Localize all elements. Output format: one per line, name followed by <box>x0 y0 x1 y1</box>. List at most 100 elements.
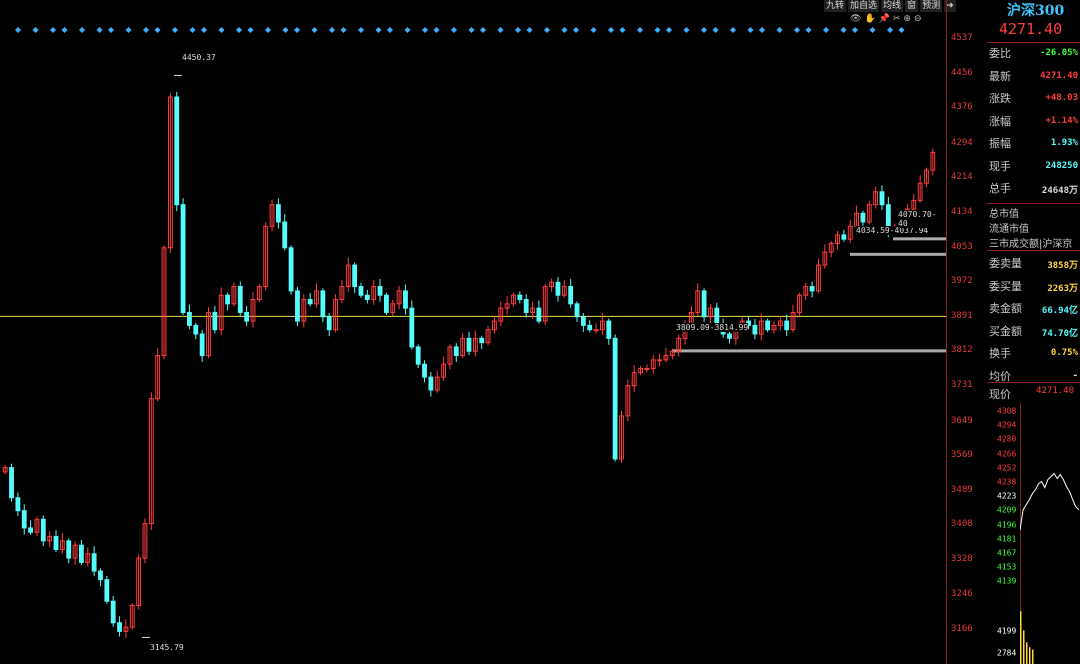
current-price-value: 4271.40 <box>1036 386 1074 396</box>
gap-line <box>850 252 946 256</box>
candle-body <box>244 311 250 322</box>
signal-diamond-icon <box>898 27 905 33</box>
mini-price-tick: 4252 <box>997 463 1017 473</box>
signal-diamond-icon <box>218 27 225 33</box>
candle-body <box>15 497 21 512</box>
toolbar-moving-average[interactable]: 均线 <box>881 0 904 12</box>
zoom-out-icon[interactable]: ⊖ <box>914 14 922 24</box>
price-tick: 3489 <box>951 484 973 495</box>
candle-body <box>644 367 650 370</box>
mini-price-tick: 4266 <box>997 449 1017 459</box>
signal-diamond-icon <box>759 27 765 33</box>
signal-diamond-icon <box>358 27 364 33</box>
candle-body <box>860 212 866 223</box>
candle-body <box>21 510 27 529</box>
intraday-line-chart[interactable] <box>1020 403 1080 664</box>
candle-body <box>28 527 33 533</box>
quote-label: 最新 <box>989 69 1011 83</box>
quote-row: 卖金额 66.94亿 <box>989 300 1080 320</box>
gap-label-1: 3809.09-3814.99 <box>676 323 749 332</box>
candle-body <box>364 294 370 301</box>
price-tick: 3246 <box>951 589 973 600</box>
divider <box>987 203 1080 204</box>
candle-body <box>275 204 281 223</box>
candle-body <box>568 286 574 305</box>
toolbar-nine-turn[interactable]: 九转 <box>824 0 847 12</box>
candle-body <box>237 286 243 313</box>
divider <box>987 382 1080 383</box>
gap-label-3: 4070.70-40 <box>898 210 946 228</box>
candle-body <box>117 622 122 632</box>
divider <box>987 42 1080 43</box>
signal-diamond-icon <box>265 27 271 33</box>
mini-price-tick: 4280 <box>997 434 1017 444</box>
volume-bar <box>1026 642 1028 664</box>
kline-svg[interactable] <box>0 0 946 664</box>
toolbar-forecast[interactable]: 预测 <box>920 0 943 12</box>
signal-diamond-icon <box>794 27 800 33</box>
eye-icon[interactable]: 👁 <box>850 14 861 24</box>
signal-diamond-icon <box>172 27 178 33</box>
toolbar-window[interactable]: 窗 <box>905 0 919 12</box>
quote-label: 振幅 <box>989 137 1011 150</box>
signal-diamond-icon <box>340 27 347 33</box>
candle-body <box>765 320 771 331</box>
quote-value: 1.93% <box>1050 138 1078 148</box>
kline-chart[interactable]: 4450.37 3145.79 3809.09-3814.99 4034.59-… <box>0 0 946 664</box>
quote-label: 涨幅 <box>989 114 1011 128</box>
quote-label: 委买量 <box>989 279 1022 293</box>
candle-body <box>193 324 199 335</box>
scissors-icon[interactable]: ✂ <box>893 14 901 24</box>
candle-body <box>110 600 116 624</box>
mini-price-tick: 4223 <box>997 491 1017 501</box>
candle-body <box>187 311 192 326</box>
candle-body <box>104 579 110 602</box>
price-tick: 4214 <box>951 172 973 183</box>
candle-body <box>453 346 459 357</box>
price-tick: 3569 <box>951 450 973 461</box>
quote-row: 振幅 1.93% <box>989 135 1080 155</box>
volume-bar <box>1032 649 1034 664</box>
candle-body <box>517 294 523 301</box>
quote-label: 总手 <box>989 182 1011 195</box>
candle-body <box>536 307 542 322</box>
signal-diamond-icon <box>468 27 475 33</box>
signal-diamond-icon <box>544 27 550 33</box>
market-value-label: 流通市值 <box>989 224 1029 235</box>
candle-body <box>606 320 612 339</box>
signal-diamond-icon <box>730 27 736 33</box>
signal-diamond-icon <box>236 27 242 33</box>
quote-value: 2263万 <box>1047 283 1078 294</box>
toolbar-add-watchlist[interactable]: 加自选 <box>848 0 880 12</box>
signal-diamond-icon <box>869 27 876 33</box>
signal-diamond-icon <box>282 27 289 33</box>
candle-body <box>288 247 294 292</box>
high-label: 4450.37 <box>182 53 216 62</box>
signal-diamond-icon <box>637 27 643 33</box>
quote-row: 委买量 2263万 <box>989 278 1080 298</box>
signal-diamond-icon <box>701 27 707 33</box>
zoom-in-icon[interactable]: ⊕ <box>903 14 911 24</box>
signal-diamond-icon <box>712 27 719 33</box>
low-label: 3145.79 <box>150 643 184 652</box>
candle-body <box>657 359 663 362</box>
hand-icon[interactable]: ✋ <box>864 14 875 24</box>
signal-diamond-icon <box>887 27 893 33</box>
signal-diamond-icon <box>50 27 56 33</box>
candle-body <box>98 570 103 581</box>
quote-value: 74.70亿 <box>1041 328 1078 339</box>
candle-body <box>841 234 847 240</box>
signal-diamond-icon <box>422 27 428 33</box>
signal-diamond-icon <box>480 27 486 33</box>
volume-bar <box>1020 611 1022 664</box>
price-tick: 3649 <box>951 415 973 426</box>
candle-body <box>409 307 415 348</box>
pin-icon[interactable]: 📌 <box>879 14 890 24</box>
price-tick: 4456 <box>951 67 973 78</box>
quote-row: 涨幅 +1.14% <box>989 113 1080 133</box>
candle-body <box>326 316 332 331</box>
candle-body <box>307 299 313 305</box>
quote-value: - <box>1072 370 1078 381</box>
candle-body <box>66 540 72 559</box>
mini-price-tick: 4196 <box>997 520 1017 530</box>
